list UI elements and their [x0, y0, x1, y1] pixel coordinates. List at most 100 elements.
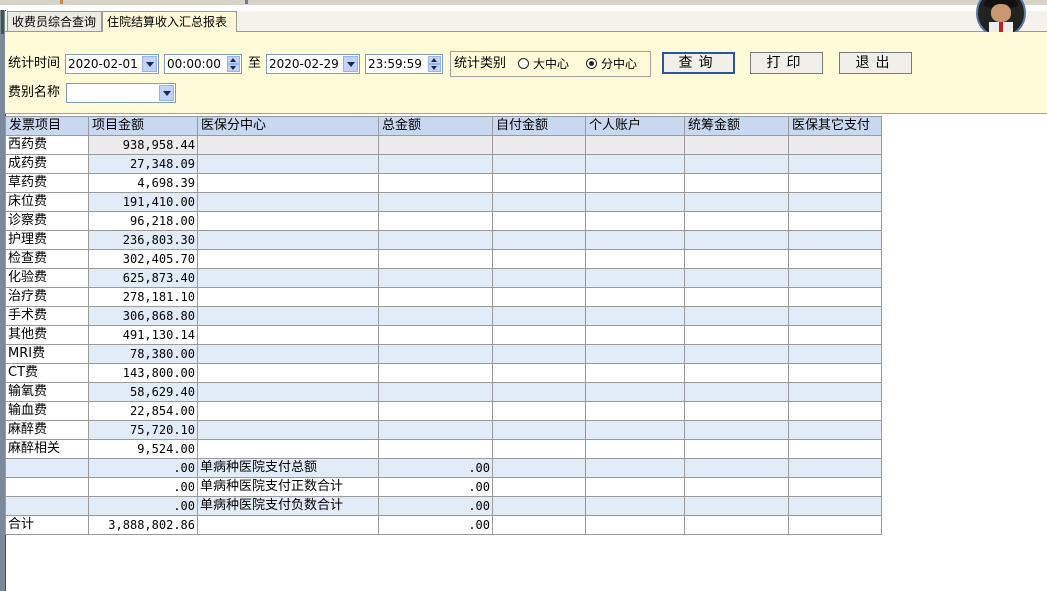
table-cell[interactable]	[197, 420, 379, 440]
table-cell[interactable]	[585, 230, 685, 250]
table-cell[interactable]: 诊察费	[5, 211, 89, 231]
table-cell[interactable]: 58,629.40	[88, 382, 198, 402]
table-cell[interactable]: 单病种医院支付总额	[197, 458, 379, 478]
table-cell[interactable]	[197, 325, 379, 345]
table-cell[interactable]	[684, 363, 789, 383]
table-cell[interactable]	[684, 249, 789, 269]
table-cell[interactable]: 4,698.39	[88, 173, 198, 193]
table-cell[interactable]	[378, 363, 493, 383]
splitter-grip[interactable]	[1, 10, 4, 34]
table-cell[interactable]	[378, 268, 493, 288]
table-cell[interactable]: 9,524.00	[88, 439, 198, 459]
table-cell[interactable]	[378, 401, 493, 421]
table-cell[interactable]	[684, 306, 789, 326]
table-cell[interactable]: 手术费	[5, 306, 89, 326]
table-cell[interactable]	[684, 154, 789, 174]
table-cell[interactable]	[492, 458, 586, 478]
table-row[interactable]: 化验费 625,873.40	[5, 268, 882, 288]
table-cell[interactable]	[788, 496, 882, 516]
table-cell[interactable]	[585, 306, 685, 326]
table-cell[interactable]	[5, 477, 89, 497]
chevron-down-icon[interactable]	[343, 56, 358, 72]
table-cell[interactable]	[5, 496, 89, 516]
table-cell[interactable]	[492, 439, 586, 459]
radio-sub-center-label[interactable]: 分中心	[601, 56, 637, 72]
table-cell[interactable]	[684, 439, 789, 459]
table-cell[interactable]	[197, 439, 379, 459]
table-cell[interactable]: 检查费	[5, 249, 89, 269]
table-cell[interactable]	[585, 363, 685, 383]
table-cell[interactable]	[378, 325, 493, 345]
table-cell[interactable]: 306,868.80	[88, 306, 198, 326]
column-header[interactable]: 总金额	[378, 116, 493, 136]
table-cell[interactable]: 床位费	[5, 192, 89, 212]
table-cell[interactable]	[492, 192, 586, 212]
table-cell[interactable]	[585, 420, 685, 440]
table-row[interactable]: MRI费 78,380.00	[5, 344, 882, 364]
table-row[interactable]: 麻醉相关 9,524.00	[5, 439, 882, 459]
table-row[interactable]: 输氧费 58,629.40	[5, 382, 882, 402]
table-cell[interactable]	[585, 515, 685, 535]
table-cell[interactable]: CT费	[5, 363, 89, 383]
table-cell[interactable]	[684, 287, 789, 307]
table-cell[interactable]: .00	[378, 515, 493, 535]
table-cell[interactable]	[684, 192, 789, 212]
table-row[interactable]: 治疗费 278,181.10	[5, 287, 882, 307]
table-cell[interactable]	[585, 268, 685, 288]
table-cell[interactable]	[788, 439, 882, 459]
table-cell[interactable]: .00	[88, 496, 198, 516]
table-cell[interactable]	[788, 477, 882, 497]
table-cell[interactable]	[684, 211, 789, 231]
table-cell[interactable]	[585, 325, 685, 345]
table-row[interactable]: 成药费 27,348.09	[5, 154, 882, 174]
table-cell[interactable]	[585, 192, 685, 212]
table-cell[interactable]	[492, 420, 586, 440]
table-cell[interactable]	[378, 382, 493, 402]
start-time-spinner[interactable]: 00:00:00	[164, 54, 242, 74]
table-cell[interactable]	[492, 382, 586, 402]
table-cell[interactable]	[684, 382, 789, 402]
column-header[interactable]: 项目金额	[88, 116, 198, 136]
chevron-down-icon[interactable]	[159, 85, 174, 101]
table-cell[interactable]	[788, 154, 882, 174]
table-cell[interactable]	[197, 515, 379, 535]
table-cell[interactable]	[684, 135, 789, 155]
table-cell[interactable]	[788, 401, 882, 421]
column-header[interactable]: 统筹金额	[684, 116, 789, 136]
table-cell[interactable]: 成药费	[5, 154, 89, 174]
table-cell[interactable]	[684, 420, 789, 440]
column-header[interactable]: 医保其它支付	[788, 116, 882, 136]
start-date-picker[interactable]: 2020-02-01	[65, 54, 159, 74]
table-cell[interactable]	[378, 306, 493, 326]
table-cell[interactable]: 护理费	[5, 230, 89, 250]
table-cell[interactable]: 491,130.14	[88, 325, 198, 345]
table-cell[interactable]	[684, 477, 789, 497]
table-cell[interactable]	[378, 344, 493, 364]
table-cell[interactable]	[788, 268, 882, 288]
table-cell[interactable]	[788, 211, 882, 231]
table-cell[interactable]	[378, 154, 493, 174]
table-cell[interactable]	[684, 268, 789, 288]
spin-up-icon[interactable]	[428, 56, 441, 64]
table-cell[interactable]	[492, 268, 586, 288]
table-cell[interactable]: 625,873.40	[88, 268, 198, 288]
table-cell[interactable]: 96,218.00	[88, 211, 198, 231]
table-cell[interactable]	[378, 420, 493, 440]
table-cell[interactable]	[585, 401, 685, 421]
table-cell[interactable]	[492, 496, 586, 516]
table-cell[interactable]	[492, 363, 586, 383]
table-cell[interactable]: 302,405.70	[88, 249, 198, 269]
table-cell[interactable]	[197, 401, 379, 421]
table-row[interactable]: 床位费 191,410.00	[5, 192, 882, 212]
table-cell[interactable]	[492, 325, 586, 345]
table-cell[interactable]	[492, 344, 586, 364]
table-cell[interactable]	[684, 515, 789, 535]
table-cell[interactable]	[197, 363, 379, 383]
table-cell[interactable]	[378, 439, 493, 459]
tab-cashier-query[interactable]: 收费员综合查询	[7, 11, 102, 31]
table-cell[interactable]	[378, 230, 493, 250]
end-date-picker[interactable]: 2020-02-29	[266, 54, 360, 74]
table-cell[interactable]	[197, 382, 379, 402]
table-cell[interactable]	[492, 173, 586, 193]
table-cell[interactable]: .00	[378, 458, 493, 478]
